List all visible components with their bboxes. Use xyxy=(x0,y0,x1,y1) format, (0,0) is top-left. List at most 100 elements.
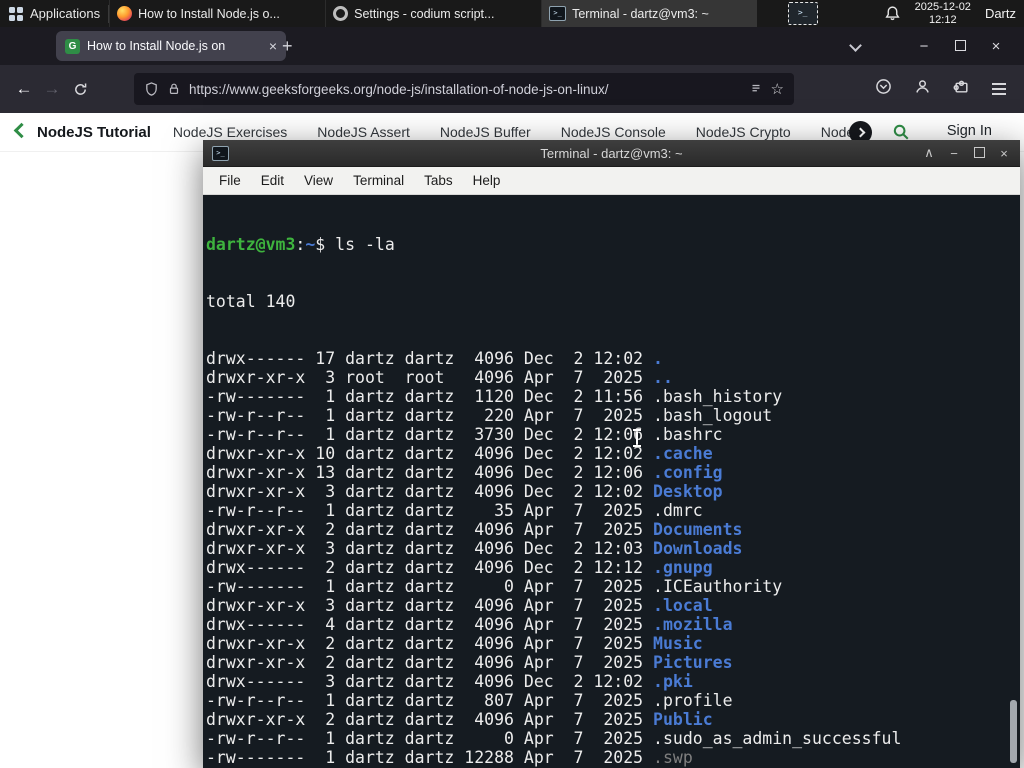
gfg-nav-link[interactable]: NodeJS Buffer xyxy=(440,124,531,140)
terminal-minimize-button[interactable]: − xyxy=(947,146,961,161)
shade-button[interactable]: ∧ xyxy=(922,145,936,161)
terminal-listing-line: drwxr-xr-x 2 dartz dartz 4096 Apr 7 2025… xyxy=(206,653,733,672)
terminal-listing-line: drwxr-xr-x 3 dartz dartz 4096 Dec 2 12:0… xyxy=(206,539,743,558)
terminal-listing-line: drwxr-xr-x 2 dartz dartz 4096 Apr 7 2025… xyxy=(206,520,743,539)
url-bar[interactable]: https://www.geeksforgeeks.org/node-js/in… xyxy=(134,73,794,105)
panel-clock[interactable]: 2025-12-02 12:12 xyxy=(915,1,971,26)
taskbar-button-label: How to Install Node.js o... xyxy=(138,6,280,21)
sign-in-button[interactable]: Sign In xyxy=(947,123,992,139)
gfg-nav-link[interactable]: NodeJS Console xyxy=(561,124,666,140)
terminal-menu-item[interactable]: View xyxy=(294,170,343,191)
clock-date: 2025-12-02 xyxy=(914,1,971,13)
terminal-content[interactable]: dartz@vm3:~$ ls -la total 140 drwx------… xyxy=(203,195,1020,768)
tab-favicon: G xyxy=(65,38,80,54)
terminal-window: >_ Terminal - dartz@vm3: ~ ∧ − × File Edi… xyxy=(203,140,1020,768)
panel-user[interactable]: Dartz xyxy=(985,6,1018,21)
applications-button[interactable]: Applications xyxy=(0,0,108,27)
reload-button[interactable] xyxy=(66,79,94,99)
close-button[interactable]: × xyxy=(978,38,1014,55)
clock-time: 12:12 xyxy=(929,13,957,26)
back-button[interactable]: ← xyxy=(10,79,38,99)
terminal-menubar: File Edit View Terminal Tabs Help xyxy=(203,167,1020,195)
terminal-command: ls -la xyxy=(335,235,395,254)
bookmark-star-icon[interactable]: ☆ xyxy=(771,80,784,98)
gear-icon xyxy=(333,6,349,21)
terminal-listing-line: -rw-r--r-- 1 dartz dartz 35 Apr 7 2025 .… xyxy=(206,501,703,520)
terminal-listing-line: drwx------ 4 dartz dartz 4096 Apr 7 2025… xyxy=(206,615,733,634)
notification-bell-icon[interactable] xyxy=(884,5,901,22)
maximize-button[interactable] xyxy=(942,38,978,55)
minimize-button[interactable]: − xyxy=(906,38,942,55)
terminal-scrollbar[interactable] xyxy=(1010,700,1017,763)
terminal-listing: drwx------ 17 dartz dartz 4096 Dec 2 12:… xyxy=(206,349,1020,768)
terminal-close-button[interactable]: × xyxy=(997,146,1011,161)
taskbar-button-label: Settings - codium script... xyxy=(354,6,495,21)
taskbar-button[interactable]: >_ Terminal - dartz@vm3: ~ xyxy=(541,0,758,27)
terminal-menu-item[interactable]: File xyxy=(209,170,251,191)
menu-icon[interactable] xyxy=(992,80,1006,98)
terminal-menu-item[interactable]: Tabs xyxy=(414,170,463,191)
terminal-window-controls: ∧ − × xyxy=(922,145,1011,161)
gfg-primary-link[interactable]: NodeJS Tutorial xyxy=(37,124,151,141)
terminal-listing-line: drwxr-xr-x 3 dartz dartz 4096 Dec 2 12:0… xyxy=(206,482,723,501)
terminal-listing-line: drwxr-xr-x 13 dartz dartz 4096 Dec 2 12:… xyxy=(206,463,723,482)
terminal-icon: >_ xyxy=(549,6,567,21)
terminal-total-line: total 140 xyxy=(206,292,296,311)
taskbar-button[interactable]: Settings - codium script... xyxy=(325,0,541,27)
terminal-listing-line: drwx------ 2 dartz dartz 4096 Dec 2 12:1… xyxy=(206,558,713,577)
terminal-listing-line: drwxr-xr-x 3 dartz dartz 4096 Apr 7 2025… xyxy=(206,596,713,615)
terminal-listing-line: drwxr-xr-x 10 dartz dartz 4096 Dec 2 12:… xyxy=(206,444,713,463)
gfg-links: NodeJS Exercises NodeJS Assert NodeJS Buff… xyxy=(173,124,854,140)
extensions-icon[interactable] xyxy=(953,78,970,100)
applications-label: Applications xyxy=(30,6,101,21)
tab-close-icon[interactable]: × xyxy=(269,38,277,54)
tray-terminal-icon[interactable]: >_ xyxy=(787,2,818,25)
terminal-menu-item[interactable]: Terminal xyxy=(343,170,414,191)
reader-view-icon[interactable] xyxy=(749,82,763,96)
list-all-tabs-icon[interactable] xyxy=(849,37,862,55)
terminal-titlebar[interactable]: >_ Terminal - dartz@vm3: ~ ∧ − × xyxy=(203,140,1020,167)
gfg-nav-link[interactable]: NodeJS Assert xyxy=(317,124,410,140)
taskbar: How to Install Node.js o... Settings - c… xyxy=(109,0,758,27)
terminal-menu-item[interactable]: Help xyxy=(463,170,511,191)
terminal-menu-item[interactable]: Edit xyxy=(251,170,294,191)
terminal-prompt-line: dartz@vm3:~$ ls -la xyxy=(206,235,395,254)
toolbar-right-icons xyxy=(875,78,1014,100)
tracking-shield-icon[interactable] xyxy=(144,81,159,97)
terminal-listing-line: -rw------- 1 dartz dartz 1120 Dec 2 11:5… xyxy=(206,387,783,406)
pocket-icon[interactable] xyxy=(875,78,892,100)
terminal-listing-line: -rw------- 1 dartz dartz 0 Apr 7 2025 .I… xyxy=(206,577,783,596)
applications-icon xyxy=(9,6,23,21)
gfg-scroll-left-icon[interactable] xyxy=(13,122,30,141)
terminal-listing-line: -rw-r--r-- 1 dartz dartz 0 Apr 7 2025 .s… xyxy=(206,729,902,748)
account-icon[interactable] xyxy=(914,78,931,100)
terminal-listing-line: drwx------ 3 dartz dartz 4096 Dec 2 12:0… xyxy=(206,672,693,691)
terminal-listing-line: -rw------- 1 dartz dartz 12288 Apr 7 202… xyxy=(206,748,693,767)
forward-button: → xyxy=(43,79,61,98)
browser-tab[interactable]: G How to Install Node.js on × xyxy=(56,31,286,61)
top-panel: Applications How to Install Node.js o...… xyxy=(0,0,1024,27)
terminal-listing-line: drwxr-xr-x 2 dartz dartz 4096 Apr 7 2025… xyxy=(206,634,703,653)
terminal-title: Terminal - dartz@vm3: ~ xyxy=(540,145,683,161)
terminal-window-icon: >_ xyxy=(212,145,229,161)
terminal-listing-line: -rw-r--r-- 1 dartz dartz 807 Apr 7 2025 … xyxy=(206,691,733,710)
window-controls: − × xyxy=(849,27,1014,65)
url-text: https://www.geeksforgeeks.org/node-js/in… xyxy=(189,81,609,97)
browser-tab-bar: G How to Install Node.js on × + − × xyxy=(0,27,1024,65)
terminal-listing-line: drwx------ 17 dartz dartz 4096 Dec 2 12:… xyxy=(206,349,663,368)
mouse-cursor xyxy=(633,429,641,447)
terminal-listing-line: -rw-r--r-- 1 dartz dartz 220 Apr 7 2025 … xyxy=(206,406,773,425)
terminal-maximize-button[interactable] xyxy=(972,146,986,161)
panel-tray: >_ 2025-12-02 12:12 Dartz xyxy=(787,1,1024,26)
gfg-nav-link[interactable]: NodeJS Crypto xyxy=(696,124,791,140)
taskbar-button[interactable]: How to Install Node.js o... xyxy=(109,0,325,27)
lock-icon[interactable] xyxy=(167,82,181,96)
taskbar-button-label: Terminal - dartz@vm3: ~ xyxy=(572,6,709,21)
new-tab-button[interactable]: + xyxy=(282,35,293,57)
tab-title: How to Install Node.js on xyxy=(87,39,226,53)
browser-nav-toolbar: ← → https://www.geeksforgeeks.org/node-j… xyxy=(0,65,1024,113)
firefox-icon xyxy=(117,6,133,21)
gfg-nav-link[interactable]: NodeJS Exercises xyxy=(173,124,287,140)
terminal-listing-line: -rw-r--r-- 1 dartz dartz 3730 Dec 2 12:0… xyxy=(206,425,723,444)
terminal-listing-line: drwxr-xr-x 2 dartz dartz 4096 Apr 7 2025… xyxy=(206,710,713,729)
